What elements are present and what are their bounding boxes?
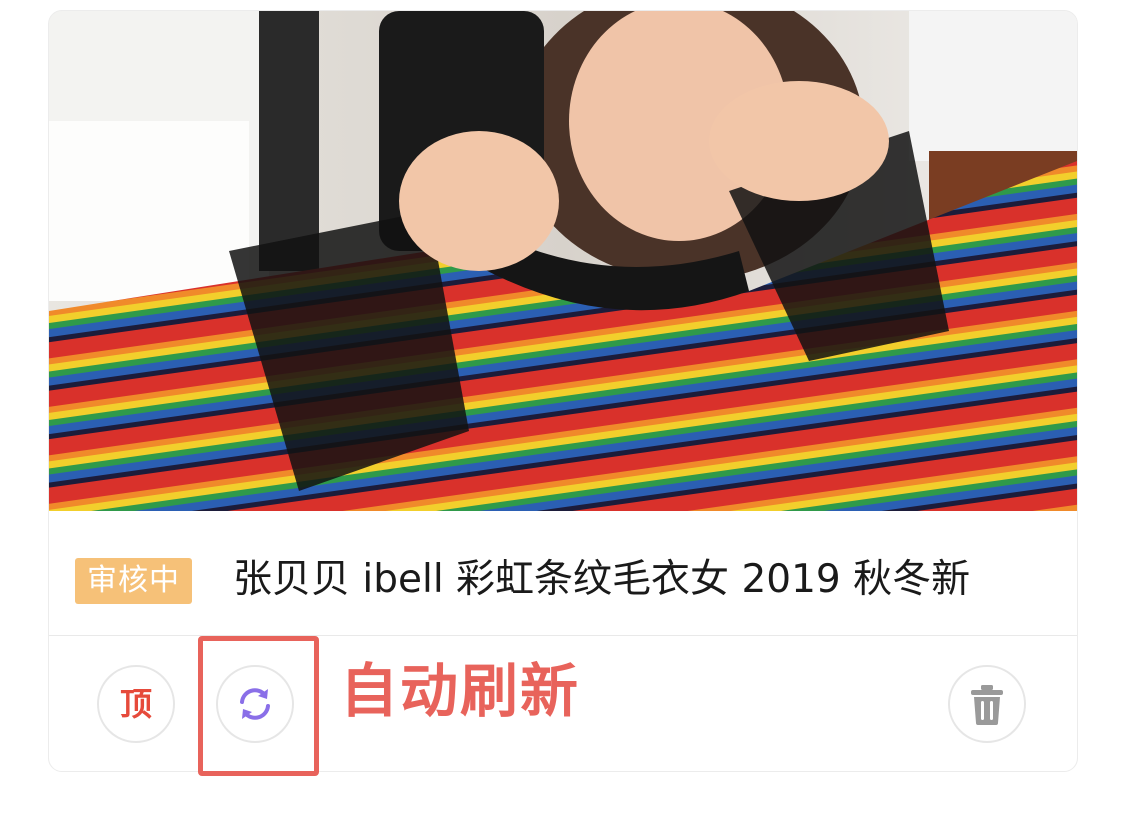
product-photo[interactable] <box>49 11 1077 511</box>
sweater-photo-illustration <box>49 11 1077 511</box>
pin-top-button[interactable]: 顶 <box>97 665 175 743</box>
delete-button[interactable] <box>948 665 1026 743</box>
pin-top-label: 顶 <box>119 685 152 723</box>
trash-icon <box>971 685 1003 725</box>
refresh-highlight-box <box>198 636 319 776</box>
status-badge: 审核中 <box>75 558 192 604</box>
product-title[interactable]: 张贝贝 ibell 彩虹条纹毛衣女 2019 秋冬新 <box>233 551 1063 609</box>
auto-refresh-annotation: 自动刷新 <box>340 657 581 725</box>
listing-title-row[interactable]: 审核中 张贝贝 ibell 彩虹条纹毛衣女 2019 秋冬新 <box>49 511 1077 636</box>
